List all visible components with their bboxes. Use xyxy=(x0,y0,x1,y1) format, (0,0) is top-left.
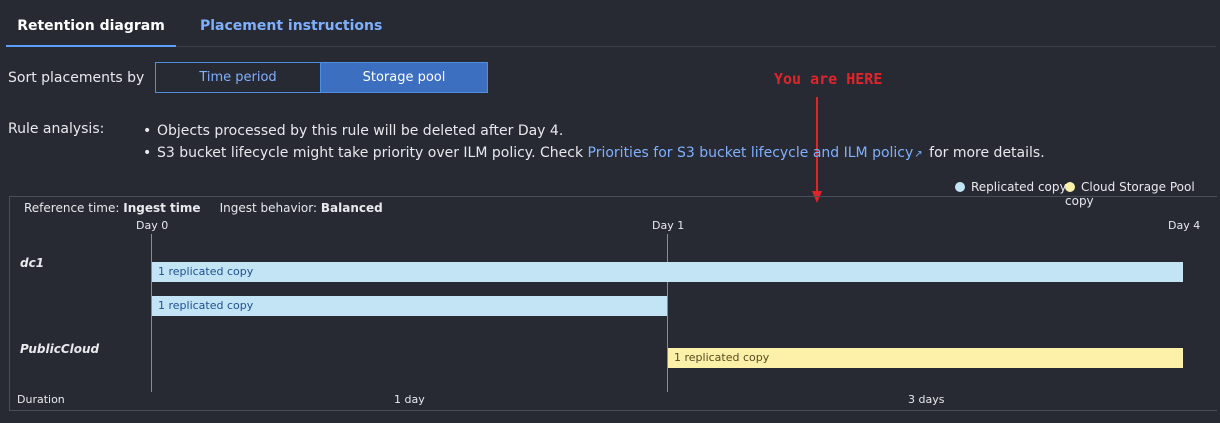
day-0-label: Day 0 xyxy=(136,219,169,232)
sort-label: Sort placements by xyxy=(8,70,145,86)
sort-time-period-button[interactable]: Time period xyxy=(155,62,321,93)
reference-info: Reference time: Ingest time Ingest behav… xyxy=(24,201,383,215)
tab-retention-diagram[interactable]: Retention diagram xyxy=(6,8,176,47)
rule-analysis-text: Objects processed by this rule will be d… xyxy=(157,123,564,139)
day-4-label: Day 4 xyxy=(1168,219,1201,232)
priorities-link[interactable]: Priorities for S3 bucket lifecycle and I… xyxy=(588,145,914,161)
placement-bar: 1 replicated copy xyxy=(668,348,1183,368)
legend-dot-icon xyxy=(955,182,965,192)
bullet-icon: • xyxy=(143,145,152,161)
pool-name-dc1: dc1 xyxy=(20,256,45,270)
rule-analysis-label: Rule analysis: xyxy=(8,121,105,137)
duration-label: Duration xyxy=(17,393,65,406)
placement-bar: 1 replicated copy xyxy=(152,296,667,316)
rule-analysis-list: • Objects processed by this rule will be… xyxy=(143,120,1045,166)
bullet-icon: • xyxy=(143,123,152,139)
reference-time-label: Reference time: xyxy=(24,201,120,215)
duration-value: 3 days xyxy=(908,393,945,406)
rule-analysis-text: S3 bucket lifecycle might take priority … xyxy=(157,145,588,161)
placement-bar: 1 replicated copy xyxy=(152,262,1183,282)
day-1-gridline xyxy=(667,234,668,392)
duration-value: 1 day xyxy=(394,393,425,406)
rule-analysis-item: • Objects processed by this rule will be… xyxy=(143,120,1045,142)
rule-analysis-text: for more details. xyxy=(924,145,1045,161)
legend-label: Replicated copy xyxy=(971,180,1067,194)
annotation-text: You are HERE xyxy=(774,70,883,88)
tab-bar: Retention diagram Placement instructions xyxy=(6,8,1216,47)
legend-replicated: Replicated copy xyxy=(955,180,1067,194)
tab-placement-instructions[interactable]: Placement instructions xyxy=(200,8,382,45)
pool-name-publiccloud: PublicCloud xyxy=(20,342,100,356)
day-1-label: Day 1 xyxy=(652,219,685,232)
ingest-behavior-label: Ingest behavior: xyxy=(219,201,318,215)
external-link-icon[interactable]: ↗ xyxy=(914,149,922,160)
reference-time-value: Ingest time xyxy=(123,201,201,215)
legend-dot-icon xyxy=(1065,182,1075,192)
rule-analysis-item: • S3 bucket lifecycle might take priorit… xyxy=(143,142,1045,166)
sort-storage-pool-button[interactable]: Storage pool xyxy=(320,62,488,93)
ingest-behavior-value: Balanced xyxy=(320,201,383,215)
